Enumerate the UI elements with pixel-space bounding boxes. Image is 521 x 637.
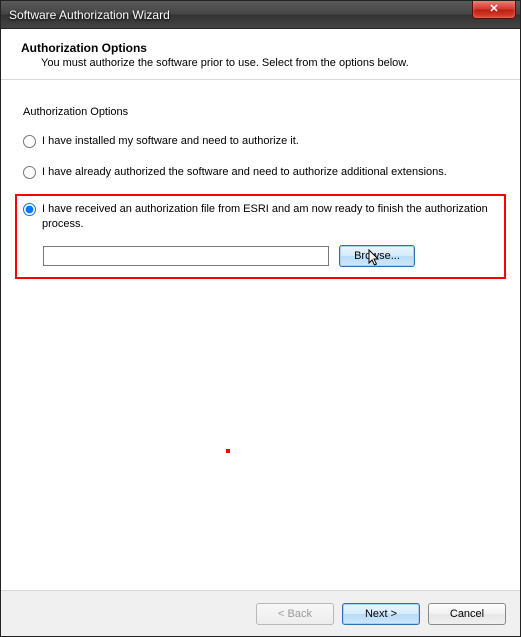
radio-install-authorize[interactable]: [23, 135, 36, 148]
browse-button[interactable]: Browse...: [339, 245, 415, 267]
page-subtitle: You must authorize the software prior to…: [41, 57, 500, 69]
file-selection-row: Browse...: [23, 237, 498, 267]
cancel-label: Cancel: [450, 608, 484, 620]
option-label: I have received an authorization file fr…: [42, 202, 498, 232]
wizard-window: Software Authorization Wizard ✕ Authoriz…: [0, 0, 521, 637]
back-label: < Back: [278, 608, 312, 620]
wizard-content: Authorization Options I have installed m…: [1, 80, 520, 590]
authorization-options-group: Authorization Options I have installed m…: [1, 80, 520, 279]
annotation-dot: [226, 449, 230, 453]
page-title: Authorization Options: [21, 41, 500, 55]
option-received-file[interactable]: I have received an authorization file fr…: [23, 200, 498, 234]
wizard-header: Authorization Options You must authorize…: [1, 29, 520, 80]
next-button[interactable]: Next >: [342, 603, 420, 625]
option-label: I have already authorized the software a…: [42, 165, 447, 180]
next-label: Next >: [365, 608, 397, 620]
auth-file-path-input[interactable]: [43, 246, 329, 266]
close-icon: ✕: [489, 3, 498, 15]
cancel-button[interactable]: Cancel: [428, 603, 506, 625]
back-button: < Back: [256, 603, 334, 625]
option-install-authorize[interactable]: I have installed my software and need to…: [23, 132, 498, 151]
client-area: Authorization Options You must authorize…: [1, 29, 520, 636]
window-buttons: ✕: [472, 1, 520, 28]
close-button[interactable]: ✕: [472, 1, 516, 19]
option-label: I have installed my software and need to…: [42, 134, 299, 149]
option-additional-extensions[interactable]: I have already authorized the software a…: [23, 163, 498, 182]
browse-label: Browse...: [354, 250, 400, 262]
wizard-footer: < Back Next > Cancel: [1, 590, 520, 636]
window-title: Software Authorization Wizard: [9, 8, 170, 22]
highlighted-option-box: I have received an authorization file fr…: [15, 194, 506, 280]
titlebar: Software Authorization Wizard ✕: [1, 1, 520, 29]
radio-additional-extensions[interactable]: [23, 166, 36, 179]
radio-received-file[interactable]: [23, 203, 36, 216]
group-label: Authorization Options: [23, 106, 498, 118]
